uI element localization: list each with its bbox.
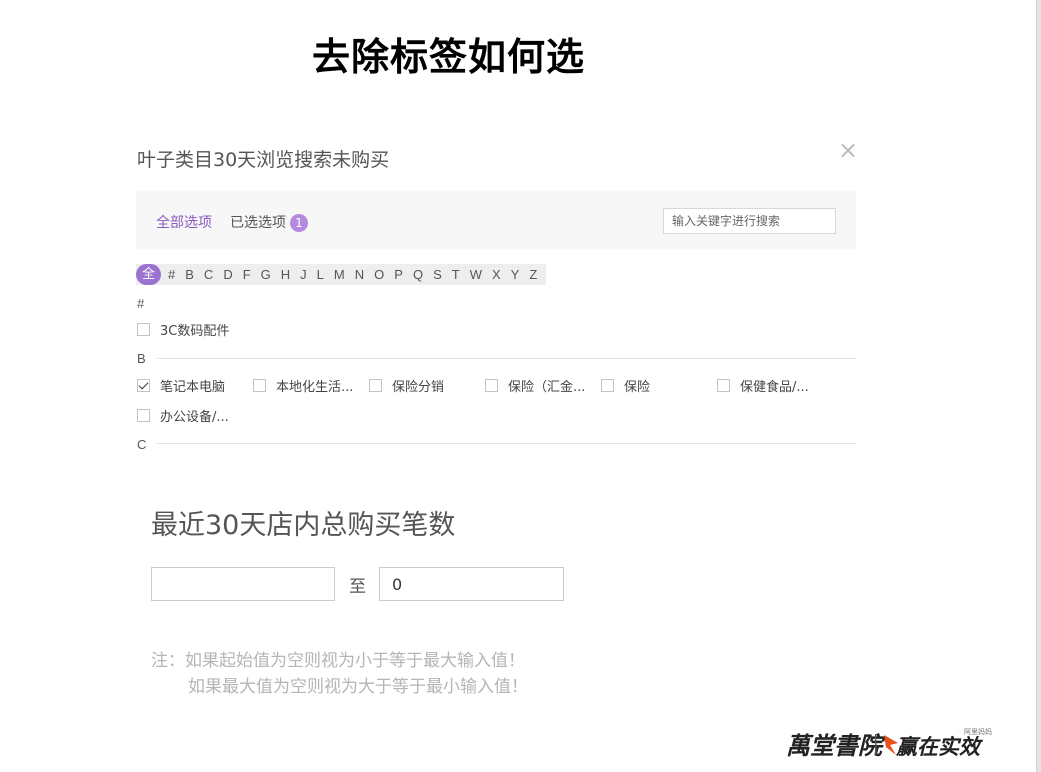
tab-selected-options[interactable]: 已选选项 1 [230, 212, 308, 232]
alpha-z[interactable]: Z [524, 264, 542, 285]
option-label: 保险（汇金... [508, 380, 586, 395]
alpha-g[interactable]: G [256, 264, 276, 285]
option-insurance-distribution[interactable]: 保险分销 [369, 376, 444, 395]
checkbox[interactable] [601, 379, 614, 392]
checkbox[interactable] [253, 379, 266, 392]
option-insurance-huijin[interactable]: 保险（汇金... [485, 376, 585, 395]
max-purchase-input[interactable] [379, 567, 564, 601]
alpha-o[interactable]: O [369, 264, 389, 285]
alpha-b[interactable]: B [180, 264, 199, 285]
logo-slogan: 赢在实效 [895, 735, 983, 759]
alpha-p[interactable]: P [389, 264, 408, 285]
group-label-b: B [137, 351, 146, 366]
note-line-1: 注：如果起始值为空则视为小于等于最大输入值！ [151, 651, 525, 671]
alpha-d[interactable]: D [218, 264, 237, 285]
checkbox[interactable] [717, 379, 730, 392]
alpha-m[interactable]: M [329, 264, 350, 285]
option-label: 保险分销 [392, 380, 445, 395]
alpha-c[interactable]: C [199, 264, 218, 285]
logo-small-text: 阿里妈妈 [964, 727, 992, 736]
option-tabbar: 全部选项 已选选项 1 [136, 191, 856, 249]
window-edge [1036, 0, 1041, 772]
tab-all-options[interactable]: 全部选项 [156, 212, 212, 232]
checkbox[interactable] [369, 379, 382, 392]
purchase-count-title: 最近30天店内总购买笔数 [151, 510, 456, 541]
option-label: 笔记本电脑 [160, 380, 226, 395]
option-local-life[interactable]: 本地化生活... [253, 376, 353, 395]
option-label: 保健食品/... [740, 380, 809, 395]
alpha-all[interactable]: 全 [136, 264, 162, 285]
alpha-s[interactable]: S [428, 264, 447, 285]
logo-divider [875, 734, 877, 756]
alpha-w[interactable]: W [465, 264, 487, 285]
alpha-t[interactable]: T [447, 264, 465, 285]
alpha-hash[interactable]: # [163, 264, 180, 285]
alpha-l[interactable]: L [312, 264, 329, 285]
alpha-n[interactable]: N [350, 264, 369, 285]
alpha-h[interactable]: H [276, 264, 295, 285]
group-label-hash: # [137, 296, 145, 311]
option-label: 3C数码配件 [160, 324, 230, 339]
dialog-title: 叶子类目30天浏览搜索未购买 [137, 149, 390, 171]
tab-selected-label: 已选选项 [230, 215, 286, 231]
alpha-j[interactable]: J [295, 264, 312, 285]
keyword-search-input[interactable] [663, 208, 836, 234]
group-divider [157, 358, 856, 359]
group-label-c: C [137, 437, 147, 452]
option-health-food[interactable]: 保健食品/... [717, 376, 809, 395]
range-separator: 至 [349, 577, 366, 597]
checkbox[interactable] [137, 323, 150, 336]
option-label: 本地化生活... [276, 380, 354, 395]
logo-calligraphy: 萬堂書院 [786, 731, 886, 760]
checkbox-checked[interactable] [137, 379, 150, 392]
alpha-x[interactable]: X [487, 264, 506, 285]
option-laptop[interactable]: 笔记本电脑 [137, 376, 225, 395]
alpha-f[interactable]: F [238, 264, 256, 285]
slide-title: 去除标签如何选 [312, 35, 586, 79]
alpha-q[interactable]: Q [408, 264, 428, 285]
note-line-2: 如果最大值为空则视为大于等于最小输入值！ [188, 677, 528, 697]
checkbox[interactable] [137, 409, 150, 422]
option-insurance[interactable]: 保险 [601, 376, 650, 395]
option-3c-accessories[interactable]: 3C数码配件 [137, 320, 229, 339]
close-icon[interactable]: × [838, 136, 858, 164]
group-divider [157, 443, 856, 444]
checkbox[interactable] [485, 379, 498, 392]
min-purchase-input[interactable] [151, 567, 335, 601]
footer-logo: 萬堂書院 赢在实效 阿里妈妈 [786, 727, 992, 760]
option-office-equipment[interactable]: 办公设备/... [137, 406, 229, 425]
option-label: 保险 [624, 380, 651, 395]
alphabet-filter: 全 # B C D F G H J L M N O P Q S T W X Y … [136, 264, 547, 285]
alpha-y[interactable]: Y [506, 264, 525, 285]
option-label: 办公设备/... [160, 410, 229, 425]
selected-count-badge: 1 [290, 214, 308, 232]
